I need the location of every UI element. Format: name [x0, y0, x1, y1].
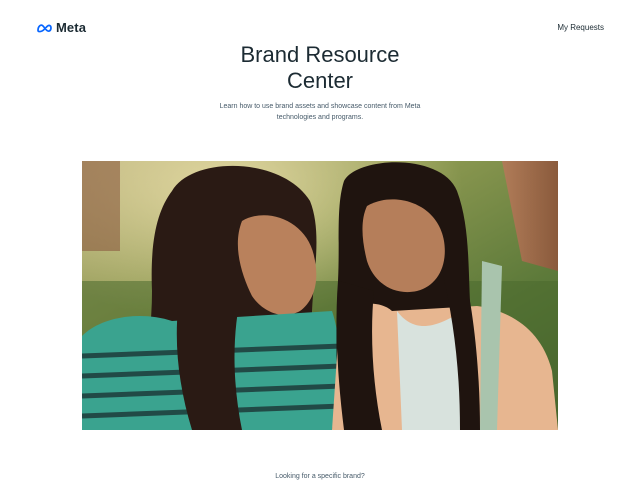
my-requests-link[interactable]: My Requests	[557, 23, 604, 32]
page: Meta My Requests Brand Resource Center L…	[0, 0, 640, 480]
meta-logo-link[interactable]: Meta	[36, 20, 86, 35]
hero-photo	[82, 161, 558, 430]
page-subtitle: Learn how to use brand assets and showca…	[200, 101, 440, 123]
title-line-1: Brand Resource	[240, 42, 400, 67]
meta-infinity-icon	[36, 23, 53, 33]
subtitle-line-2: technologies and programs.	[276, 114, 364, 121]
brand-question-text: Looking for a specific brand?	[275, 473, 365, 480]
title-line-2: Center	[286, 68, 354, 93]
logo-text: Meta	[56, 20, 87, 35]
subtitle-line-1: Learn how to use brand assets and showca…	[219, 103, 421, 110]
page-title: Brand Resource Center	[0, 42, 640, 94]
